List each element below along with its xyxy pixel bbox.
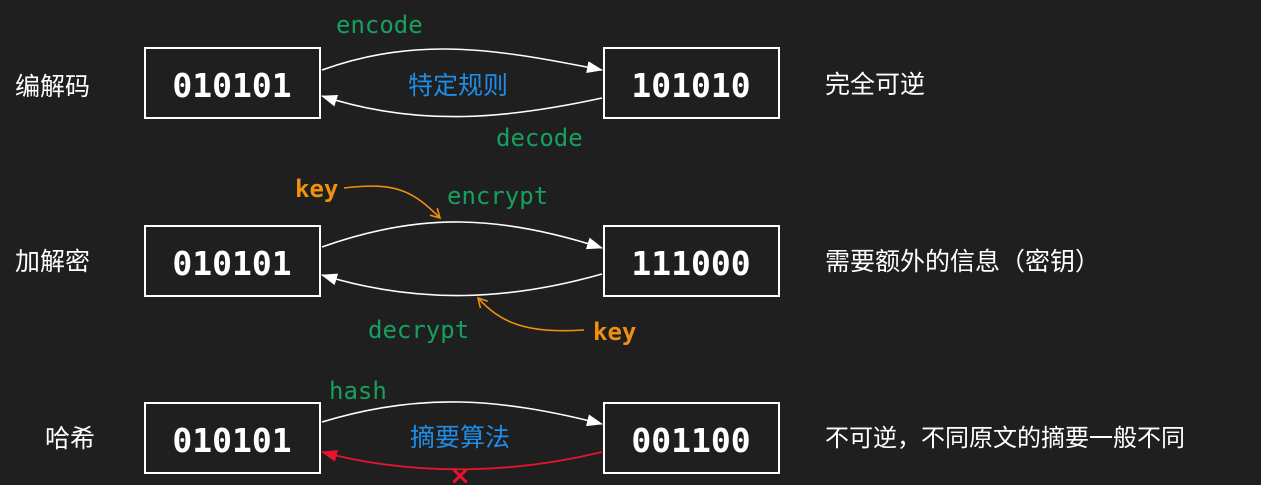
output-value-encryption: 111000 [631,244,750,283]
hash-arrow [321,401,603,427]
digest-algorithm-label: 摘要算法 [410,423,510,452]
rule-label: 特定规则 [408,71,508,100]
row-encoding: 编解码 010101 101010 encode decode 特定规则 完全可… [15,11,925,152]
output-value-encoding: 101010 [631,66,750,105]
input-value-encryption: 010101 [172,244,291,283]
blocked-cross-icon: × [449,461,471,485]
note-encoding: 完全可逆 [825,70,925,99]
row-label-encryption: 加解密 [15,247,90,276]
encode-label: encode [336,11,423,39]
row-hashing: 哈希 010101 001100 × hash 摘要算法 不可逆，不同原文的摘要… [45,377,1185,485]
diagram-canvas: 编解码 010101 101010 encode decode 特定规则 完全可… [0,0,1261,485]
diagram-svg: 编解码 010101 101010 encode decode 特定规则 完全可… [15,11,1185,485]
row-encryption: 加解密 010101 111000 key encrypt decrypt ke… [15,175,1100,346]
decrypt-key-label: key [593,318,636,346]
decrypt-arrow [321,273,603,297]
decrypt-label: decrypt [368,316,469,344]
input-value-hashing: 010101 [172,421,291,460]
note-hashing: 不可逆，不同原文的摘要一般不同 [825,424,1185,452]
decode-label: decode [496,124,583,152]
decrypt-key-arrow [476,296,585,332]
row-label-encoding: 编解码 [15,72,90,101]
row-label-hashing: 哈希 [45,424,95,453]
encode-arrow [321,48,603,74]
encrypt-label: encrypt [447,182,548,210]
hash-label: hash [329,377,387,405]
output-value-hashing: 001100 [631,421,750,460]
input-value-encoding: 010101 [172,66,291,105]
encrypt-key-arrow [343,185,442,220]
encrypt-key-label: key [295,175,338,203]
note-encryption: 需要额外的信息（密钥） [825,247,1100,276]
encrypt-arrow [321,221,603,250]
